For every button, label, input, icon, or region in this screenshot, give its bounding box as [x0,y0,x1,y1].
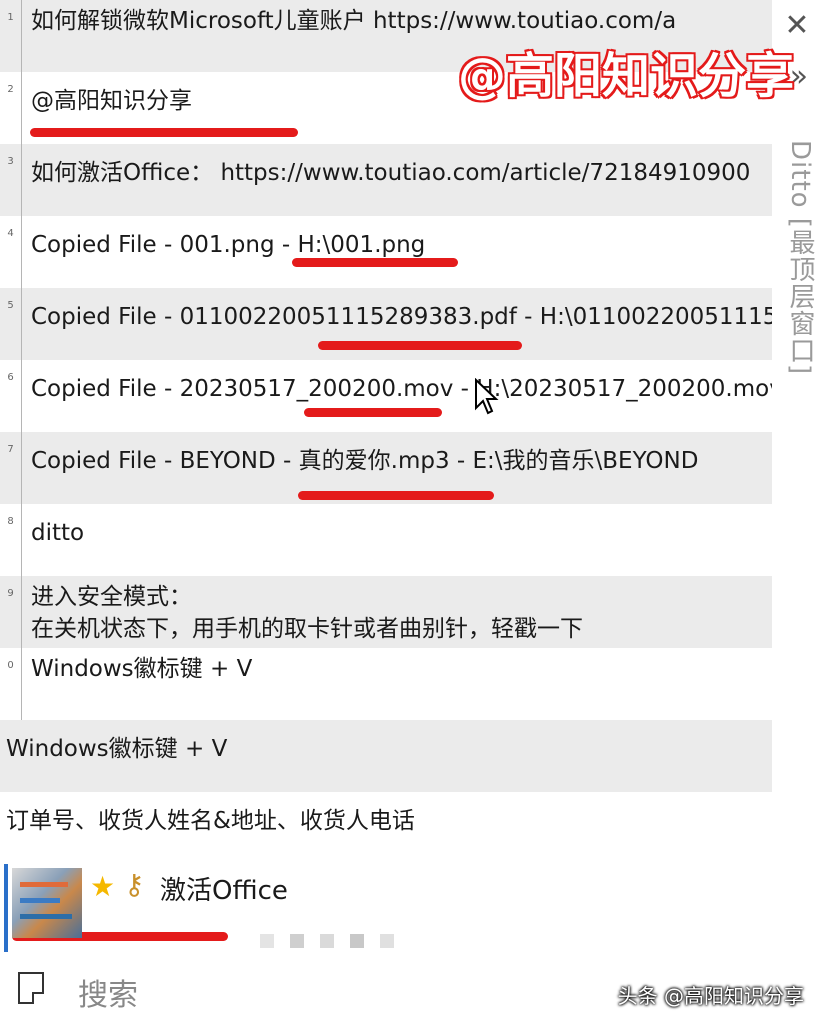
highlight-underline [318,341,522,350]
clip-item-extra-2[interactable]: 订单号、收货人姓名&地址、收货人电话 [0,792,772,864]
clip-text: 订单号、收货人姓名&地址、收货人电话 [6,808,415,834]
mouse-cursor-icon [475,378,499,415]
star-icon: ★ [90,870,116,903]
document-icon[interactable] [18,972,44,1004]
highlight-underline [292,258,458,267]
clip-index: 5 [0,288,22,360]
clip-item-0[interactable]: 0 Windows徽标键 + V [0,648,772,720]
highlight-underline [30,128,298,137]
clip-item-6[interactable]: 6 Copied File - 20230517_200200.mov - H:… [0,360,772,432]
watermark-bottom: 头条 @高阳知识分享 [617,984,804,1008]
clip-index: 1 [0,0,22,72]
clip-index: 4 [0,216,22,288]
clip-text-line2: 在关机状态下，用手机的取卡针或者曲别针，轻戳一下 [31,616,583,642]
search-bar: 搜索 头条 @高阳知识分享 [0,958,822,1020]
search-input[interactable]: 搜索 [78,970,138,1014]
clip-item-9[interactable]: 9 进入安全模式： 在关机状态下，用手机的取卡针或者曲别针，轻戳一下 [0,576,772,648]
clip-index: 3 [0,144,22,216]
clip-text: Copied File - BEYOND - 真的爱你.mp3 - E:\我的音… [31,448,699,474]
clip-text: 如何解锁微软Microsoft儿童账户 https://www.toutiao.… [31,8,677,34]
clip-index: 2 [0,72,22,144]
clip-text: Copied File - 20230517_200200.mov - H:\2… [31,376,772,402]
clip-index: 8 [0,504,22,576]
clip-item-8[interactable]: 8 ditto [0,504,772,576]
watermark-top: @高阳知识分享 [456,47,795,106]
clip-item-4[interactable]: 4 Copied File - 001.png - H:\001.png [0,216,772,288]
clip-text: ditto [31,520,85,546]
clip-text: 如何激活Office： https://www.toutiao.com/arti… [31,160,751,186]
clip-text: Copied File - 001.png - H:\001.png [31,232,426,258]
clip-index: 0 [0,648,22,720]
blurred-content [260,934,410,950]
selection-accent [4,864,8,952]
clip-index: 6 [0,360,22,432]
clip-text: Windows徽标键 + V [31,656,253,682]
clip-text: Copied File - 01100220051115289383.pdf -… [31,304,772,330]
clip-index: 9 [0,576,22,648]
favorite-clip-text: 激活Office [160,876,288,906]
window-title-vertical: Ditto [最顶层窗口] [785,140,815,376]
highlight-underline [304,408,442,417]
clip-thumbnail [12,868,82,938]
clip-text: Windows徽标键 + V [6,736,228,762]
highlight-underline [298,491,494,500]
clip-text-line1: 进入安全模式： [31,584,192,610]
favorite-clip[interactable]: ★ ⚷ 激活Office [90,864,770,912]
clip-item-3[interactable]: 3 如何激活Office： https://www.toutiao.com/ar… [0,144,772,216]
clip-item-extra-1[interactable]: Windows徽标键 + V [0,720,772,792]
key-icon: ⚷ [124,868,145,901]
clip-index: 7 [0,432,22,504]
